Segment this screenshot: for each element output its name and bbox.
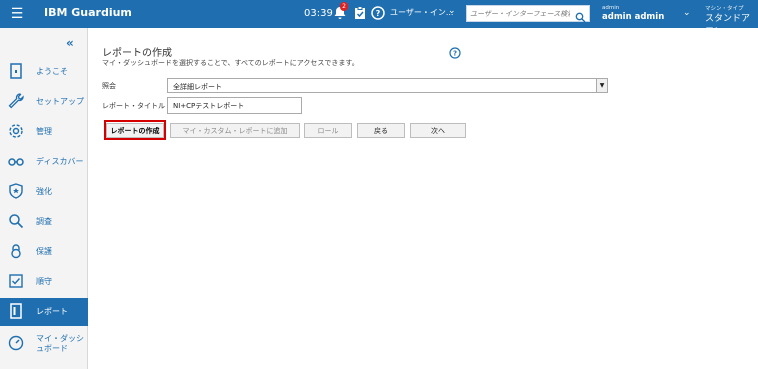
shield-icon — [7, 182, 25, 200]
chevron-down-icon[interactable]: ⌄ — [448, 6, 456, 16]
sidebar-item-label: レポート — [36, 307, 68, 316]
query-label: 照会 — [102, 82, 116, 90]
sidebar-item-setup[interactable]: セットアップ — [0, 88, 88, 116]
query-select[interactable]: 全詳細レポート ▼ — [167, 78, 608, 93]
back-button[interactable]: 戻る — [357, 123, 405, 138]
sidebar-item-harden[interactable]: 強化 — [0, 178, 88, 206]
binoculars-icon — [7, 152, 25, 170]
sidebar-item-label: 保護 — [36, 247, 52, 256]
query-select-value: 全詳細レポート — [173, 83, 222, 91]
wrench-icon — [7, 92, 25, 110]
report-title-input[interactable] — [167, 97, 302, 114]
ui-search-box[interactable] — [466, 5, 590, 23]
sidebar: « ようこそ セットアップ 管理 ディスカバー 強化 調査 保護 順守 レポート… — [0, 28, 88, 369]
clock: 03:39 — [304, 8, 333, 19]
notification-bell-icon[interactable]: 2 — [332, 2, 348, 21]
user-menu-chevron-icon[interactable]: ⌄ — [683, 8, 691, 18]
sidebar-item-label: セットアップ — [36, 97, 84, 106]
help-icon[interactable]: ? — [370, 5, 386, 21]
add-to-my-custom-reports-button[interactable]: マイ・カスタム・レポートに追加 — [170, 123, 300, 138]
dashboard-icon — [7, 334, 25, 352]
welcome-icon — [7, 62, 25, 80]
sidebar-item-my-dashboard[interactable]: マイ・ダッシュボード — [0, 330, 88, 358]
report-icon — [7, 302, 25, 320]
sidebar-item-label: 順守 — [36, 277, 52, 286]
sidebar-item-protect[interactable]: 保護 — [0, 238, 88, 266]
create-report-button[interactable]: レポートの作成 — [106, 123, 164, 138]
brand-title: IBM Guardium — [44, 6, 132, 19]
sidebar-item-label: 管理 — [36, 127, 52, 136]
task-clipboard-icon[interactable] — [352, 5, 368, 21]
sidebar-item-investigate[interactable]: 調査 — [0, 208, 88, 236]
svg-text:?: ? — [453, 50, 457, 58]
sidebar-item-comply[interactable]: 順守 — [0, 268, 88, 296]
sidebar-item-label: ディスカバー — [36, 157, 84, 166]
roles-button[interactable]: ロール — [304, 123, 352, 138]
sidebar-item-label: マイ・ダッシュボード — [36, 334, 84, 353]
page-title: レポートの作成 — [102, 48, 172, 59]
gear-icon — [7, 122, 25, 140]
svg-text:?: ? — [376, 9, 381, 18]
sidebar-item-manage[interactable]: 管理 — [0, 118, 88, 146]
checkbox-icon — [7, 272, 25, 290]
sidebar-item-reports[interactable]: レポート — [0, 298, 88, 326]
report-title-label: レポート・タイトル — [102, 102, 165, 110]
sidebar-item-discover[interactable]: ディスカバー — [0, 148, 88, 176]
search-icon[interactable] — [575, 8, 586, 23]
sidebar-item-welcome[interactable]: ようこそ — [0, 58, 88, 86]
lock-icon — [7, 242, 25, 260]
search-icon — [7, 212, 25, 230]
help-icon[interactable]: ? — [449, 44, 461, 59]
notification-count-badge: 2 — [340, 2, 348, 11]
sidebar-item-label: 強化 — [36, 187, 52, 196]
sidebar-item-label: 調査 — [36, 217, 52, 226]
ui-mode-select[interactable]: ユーザー・イン... — [390, 7, 456, 21]
ui-search-input[interactable] — [470, 7, 570, 20]
main-content: レポートの作成 マイ・ダッシュボードを選択することで、すべてのレポートにアクセス… — [89, 28, 758, 369]
sidebar-item-label: ようこそ — [36, 67, 68, 76]
hamburger-menu-icon[interactable]: ☰ — [7, 4, 27, 24]
page-description: マイ・ダッシュボードを選択することで、すべてのレポートにアクセスできます。 — [102, 59, 359, 67]
top-bar: ☰ IBM Guardium 03:39 2 ? ユーザー・イン... ⌄ ad… — [0, 0, 758, 37]
dropdown-arrow-icon[interactable]: ▼ — [596, 79, 607, 92]
user-role: admin — [602, 5, 620, 11]
user-name[interactable]: admin admin — [602, 12, 664, 22]
next-button[interactable]: 次へ — [410, 123, 466, 138]
collapse-sidebar-icon[interactable]: « — [66, 36, 74, 50]
